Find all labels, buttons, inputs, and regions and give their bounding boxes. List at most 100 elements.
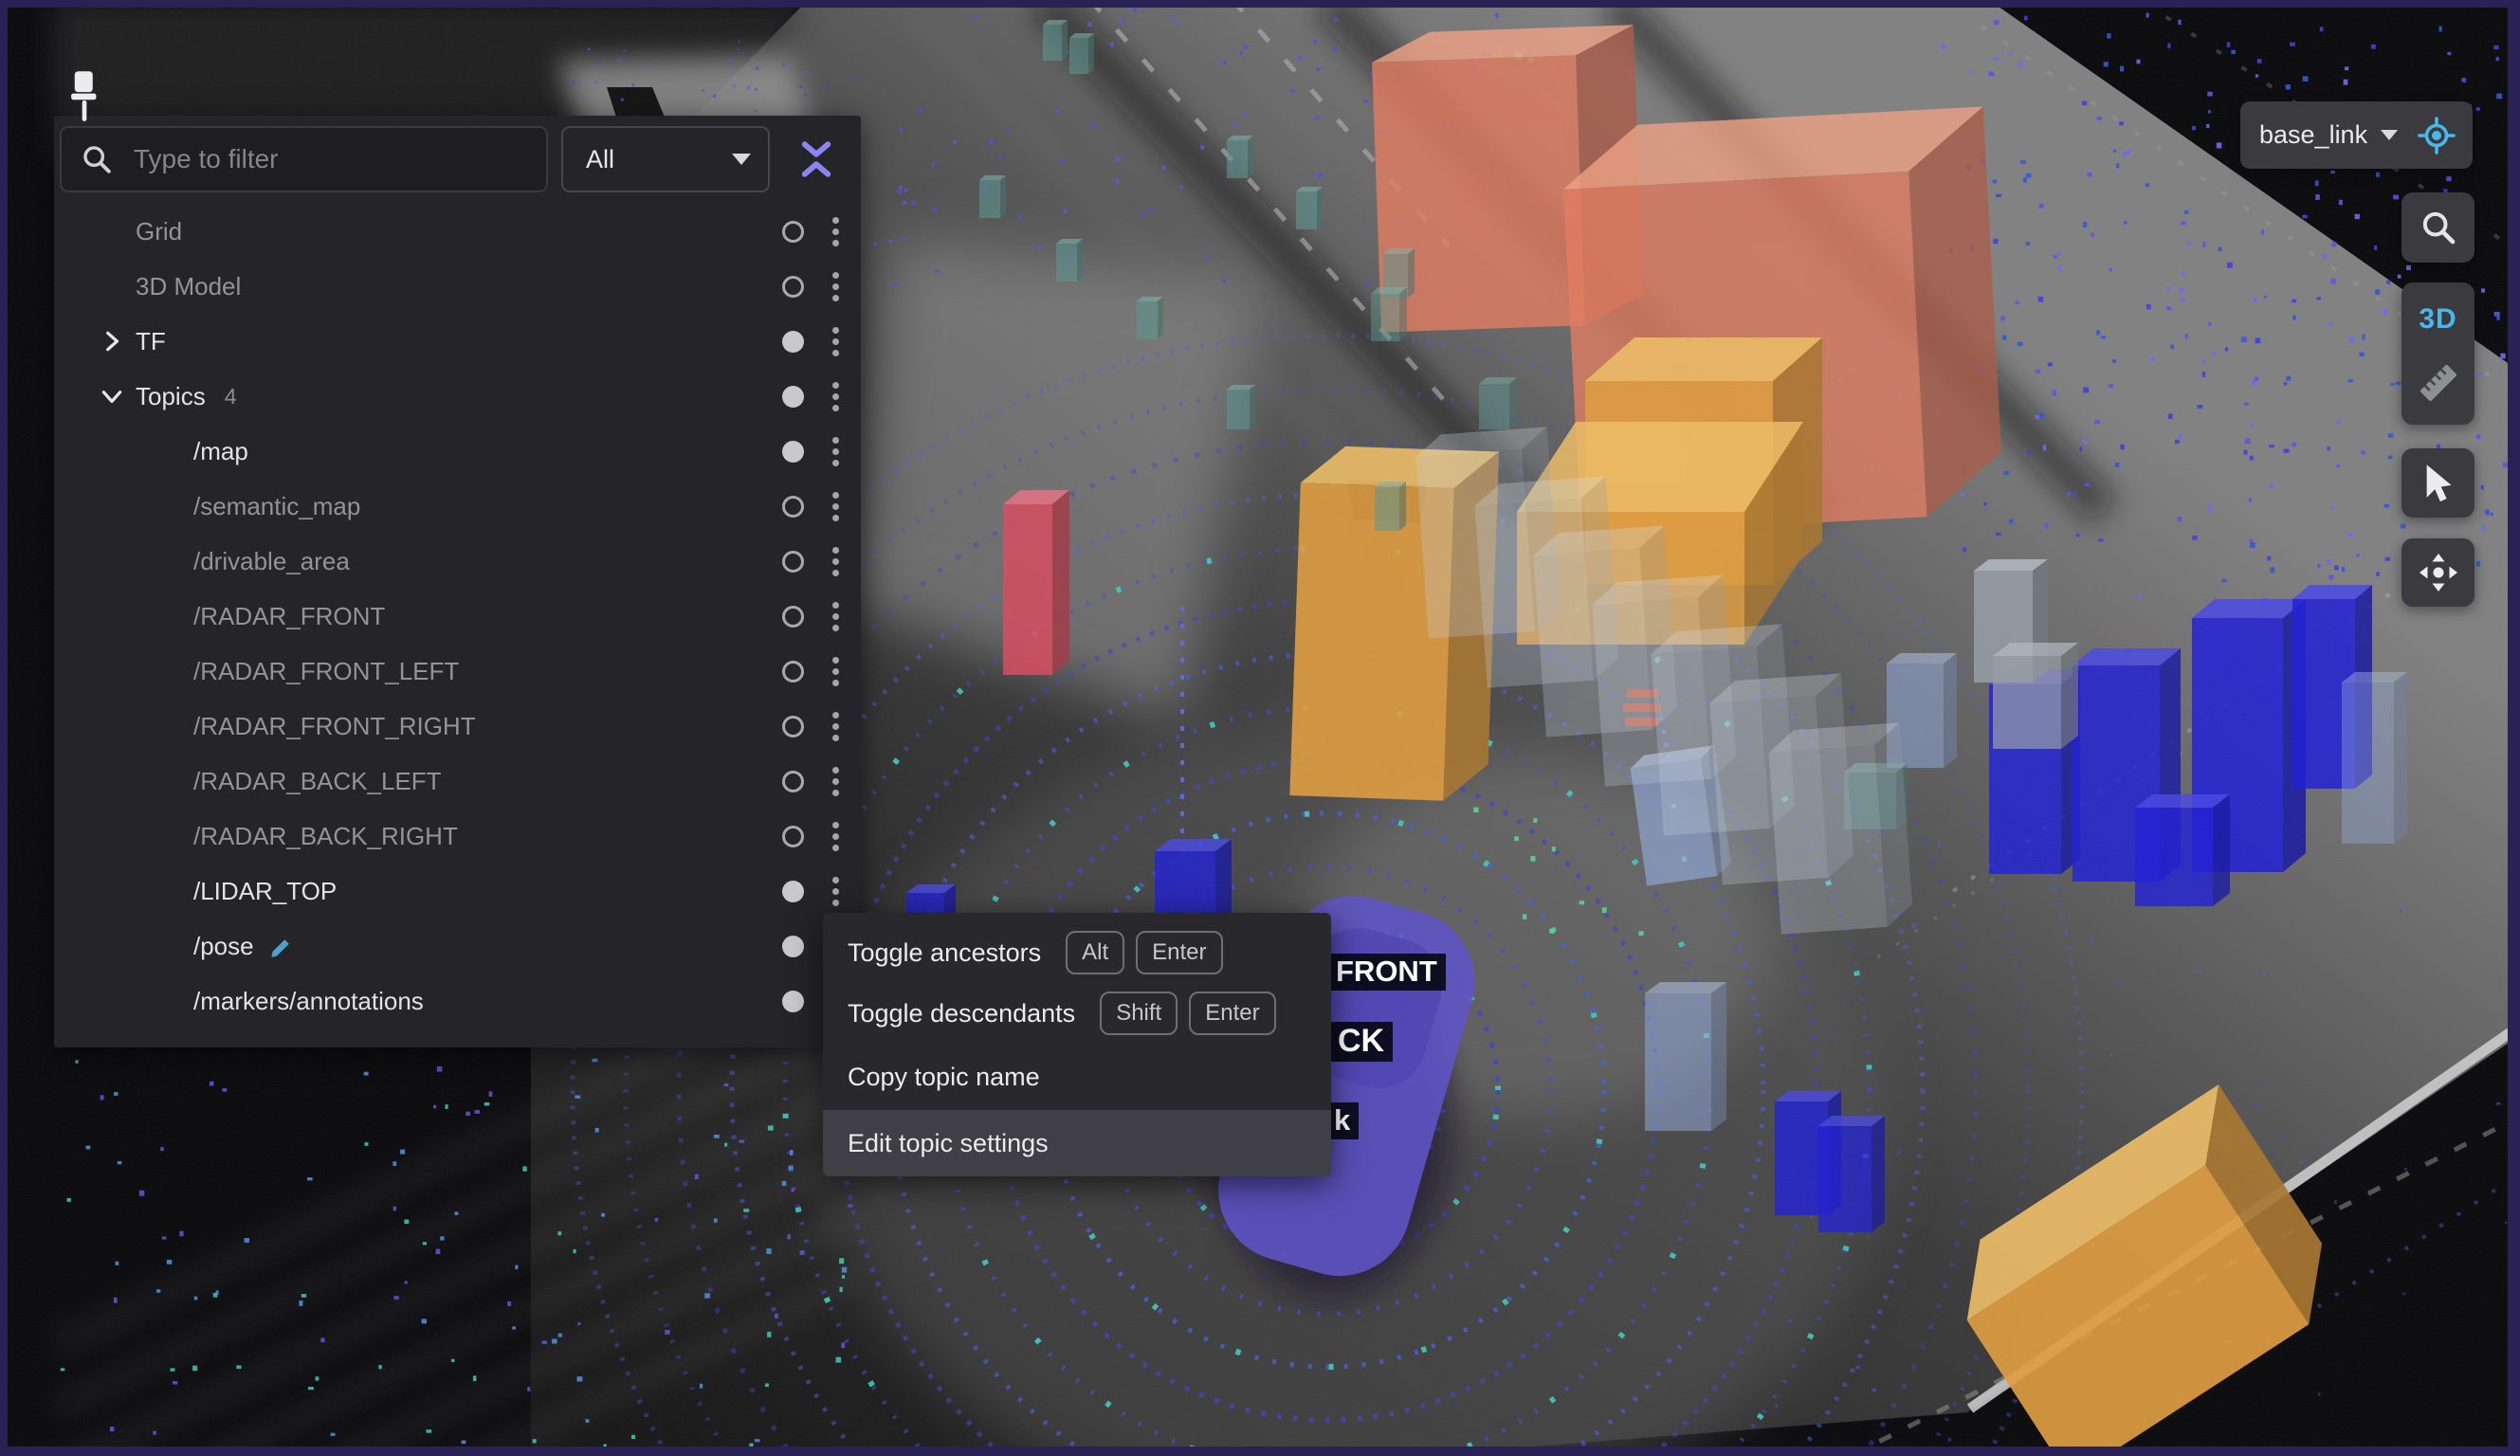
menu-item-toggle-ancestors[interactable]: Toggle ancestors Alt Enter bbox=[823, 922, 1331, 983]
topic-context-menu: Toggle ancestors Alt Enter Toggle descen… bbox=[823, 913, 1331, 1176]
menu-item-edit-topic-settings[interactable]: Edit topic settings bbox=[823, 1110, 1331, 1176]
tree-row-label: Grid bbox=[136, 217, 182, 246]
visibility-toggle[interactable] bbox=[782, 661, 804, 682]
menu-item-toggle-descendants[interactable]: Toggle descendants Shift Enter bbox=[823, 983, 1331, 1044]
row-menu-button[interactable] bbox=[819, 382, 851, 411]
tree-row-pose[interactable]: /pose bbox=[54, 919, 861, 974]
kbd-enter: Enter bbox=[1189, 992, 1275, 1035]
topic-tree: Grid 3D Model TF Topics 4 bbox=[54, 204, 861, 1028]
tree-row-label: /RADAR_FRONT_LEFT bbox=[193, 657, 459, 686]
menu-item-label: Copy topic name bbox=[848, 1063, 1040, 1092]
tf-label-front: FRONT bbox=[1327, 954, 1446, 991]
visibility-toggle[interactable] bbox=[782, 496, 804, 518]
tree-row-radar-back-right[interactable]: /RADAR_BACK_RIGHT bbox=[54, 809, 861, 864]
visibility-toggle[interactable] bbox=[782, 551, 804, 573]
visibility-toggle[interactable] bbox=[782, 716, 804, 737]
visibility-toggle[interactable] bbox=[782, 991, 804, 1012]
tree-row-label: /map bbox=[193, 437, 248, 466]
visibility-toggle[interactable] bbox=[782, 221, 804, 243]
tree-row-label: /RADAR_FRONT bbox=[193, 602, 385, 631]
menu-item-label: Edit topic settings bbox=[848, 1129, 1049, 1158]
tree-row-lidar-top[interactable]: /LIDAR_TOP bbox=[54, 864, 861, 919]
pan-tool-button[interactable] bbox=[2401, 538, 2474, 607]
visibility-toggle[interactable] bbox=[782, 441, 804, 463]
search-icon bbox=[81, 143, 113, 175]
row-menu-button[interactable] bbox=[819, 767, 851, 796]
filter-kind-value: All bbox=[586, 145, 732, 174]
tree-row-radar-front[interactable]: /RADAR_FRONT bbox=[54, 589, 861, 644]
visibility-toggle[interactable] bbox=[782, 826, 804, 847]
row-menu-button[interactable] bbox=[819, 822, 851, 851]
chevron-down-icon bbox=[2381, 130, 2398, 140]
tf-label-back: CK bbox=[1329, 1022, 1393, 1062]
chevron-right-icon[interactable] bbox=[100, 329, 136, 354]
chevron-down-icon bbox=[732, 154, 751, 165]
row-menu-button[interactable] bbox=[819, 437, 851, 466]
row-menu-button[interactable] bbox=[819, 602, 851, 631]
row-menu-button[interactable] bbox=[819, 272, 851, 301]
tree-row-markers-annotations[interactable]: /markers/annotations bbox=[54, 974, 861, 1028]
menu-item-copy-topic-name[interactable]: Copy topic name bbox=[823, 1044, 1331, 1110]
edit-pencil-icon bbox=[269, 934, 295, 959]
visibility-toggle[interactable] bbox=[782, 331, 804, 353]
search-icon bbox=[2420, 209, 2457, 246]
visibility-toggle[interactable] bbox=[782, 276, 804, 298]
focus-camera-icon[interactable] bbox=[2416, 115, 2457, 156]
filter-input[interactable] bbox=[132, 130, 546, 189]
collapse-all-icon bbox=[796, 137, 836, 181]
tree-row-label: /LIDAR_TOP bbox=[193, 877, 337, 906]
chevron-down-icon[interactable] bbox=[100, 384, 136, 409]
visibility-toggle[interactable] bbox=[782, 771, 804, 792]
display-frame-picker[interactable]: base_link bbox=[2240, 101, 2473, 169]
kbd-shift: Shift bbox=[1100, 992, 1178, 1035]
tree-row-label: 3D Model bbox=[136, 272, 241, 301]
row-menu-button[interactable] bbox=[819, 327, 851, 356]
tree-row-3d-model[interactable]: 3D Model bbox=[54, 259, 861, 314]
tree-row-topics[interactable]: Topics 4 bbox=[54, 369, 861, 424]
pin-panel-icon[interactable] bbox=[66, 68, 102, 127]
tree-row-label: TF bbox=[136, 327, 166, 356]
menu-item-label: Toggle descendants bbox=[848, 999, 1075, 1028]
display-frame-value: base_link bbox=[2259, 120, 2367, 150]
tree-row-label: /markers/annotations bbox=[193, 987, 424, 1016]
view-mode-group: 3D bbox=[2401, 282, 2474, 425]
scene-search-button[interactable] bbox=[2401, 192, 2474, 263]
select-tool-button[interactable] bbox=[2401, 448, 2474, 518]
visibility-toggle[interactable] bbox=[782, 386, 804, 408]
topic-tree-panel: All Grid 3D Model TF bbox=[54, 116, 861, 1047]
tree-row-drivable-area[interactable]: /drivable_area bbox=[54, 534, 861, 589]
menu-item-label: Toggle ancestors bbox=[848, 938, 1041, 968]
row-menu-button[interactable] bbox=[819, 492, 851, 521]
kbd-alt: Alt bbox=[1066, 931, 1124, 974]
tree-row-map[interactable]: /map bbox=[54, 424, 861, 479]
tree-row-radar-front-left[interactable]: /RADAR_FRONT_LEFT bbox=[54, 644, 861, 699]
filter-kind-select[interactable]: All bbox=[561, 126, 770, 192]
tree-row-label: /RADAR_BACK_LEFT bbox=[193, 767, 442, 796]
collapse-all-button[interactable] bbox=[783, 126, 849, 192]
move-arrows-icon bbox=[2418, 552, 2459, 593]
topic-count-badge: 4 bbox=[225, 384, 237, 410]
visibility-toggle[interactable] bbox=[782, 606, 804, 628]
tree-row-label: /semantic_map bbox=[193, 492, 360, 521]
row-menu-button[interactable] bbox=[819, 217, 851, 246]
tree-row-label: Topics bbox=[136, 382, 206, 411]
tree-row-radar-front-right[interactable]: /RADAR_FRONT_RIGHT bbox=[54, 699, 861, 754]
tree-row-semantic-map[interactable]: /semantic_map bbox=[54, 479, 861, 534]
cursor-pointer-icon bbox=[2420, 464, 2456, 503]
row-menu-button[interactable] bbox=[819, 657, 851, 686]
filter-box bbox=[60, 126, 548, 192]
filter-bar: All bbox=[54, 116, 861, 192]
measure-ruler-icon[interactable] bbox=[2417, 361, 2460, 405]
tree-row-tf[interactable]: TF bbox=[54, 314, 861, 369]
toggle-3d-button[interactable]: 3D bbox=[2419, 303, 2456, 336]
row-menu-button[interactable] bbox=[819, 712, 851, 741]
tree-row-label: /drivable_area bbox=[193, 547, 350, 576]
visibility-toggle[interactable] bbox=[782, 881, 804, 902]
tree-row-label: /RADAR_FRONT_RIGHT bbox=[193, 712, 476, 741]
visibility-toggle[interactable] bbox=[782, 936, 804, 957]
tree-row-grid[interactable]: Grid bbox=[54, 204, 861, 259]
tree-row-radar-back-left[interactable]: /RADAR_BACK_LEFT bbox=[54, 754, 861, 809]
kbd-enter: Enter bbox=[1136, 931, 1222, 974]
row-menu-button[interactable] bbox=[819, 547, 851, 576]
row-menu-button[interactable] bbox=[819, 877, 851, 906]
